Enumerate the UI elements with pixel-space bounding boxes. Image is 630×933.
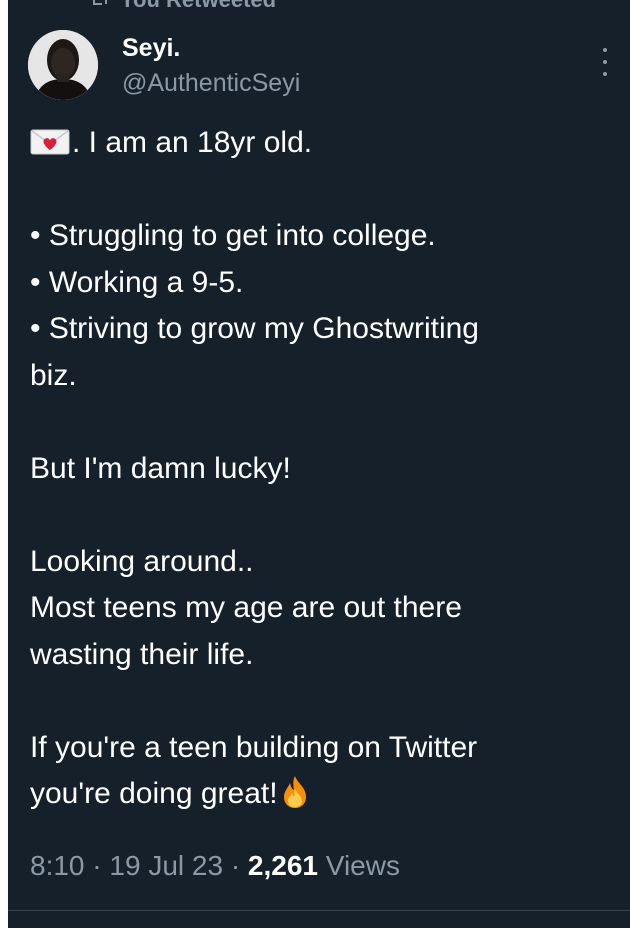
- tweet-line-11: you're doing great!: [30, 771, 615, 818]
- tweet-line-5: biz.: [30, 358, 77, 392]
- tweet-line-1: . I am an 18yr old.: [30, 120, 615, 167]
- tweet-line-7: Looking around..: [30, 544, 254, 578]
- tweet-line-8: Most teens my age are out there: [30, 591, 462, 624]
- tweet-card[interactable]: You Retweeted Seyi. @AuthenticSeyi . I a…: [8, 0, 630, 928]
- tweet-line-6: But I'm damn lucky!: [30, 451, 291, 485]
- meta-separator: ·: [92, 850, 102, 881]
- tweet-line-11-text: you're doing great!: [30, 777, 278, 810]
- more-options-icon[interactable]: [602, 48, 608, 76]
- tweet-time[interactable]: 8:10: [30, 850, 85, 881]
- views-label: Views: [325, 850, 400, 881]
- tweet-line-4: • Striving to grow my Ghostwriting: [30, 312, 479, 345]
- retweet-icon: [90, 0, 110, 10]
- fire-icon: [282, 775, 308, 809]
- tweet-line-9: wasting their life.: [30, 637, 254, 671]
- tweet-line-10: If you're a teen building on Twitter: [30, 730, 478, 764]
- meta-separator: ·: [230, 850, 241, 881]
- avatar[interactable]: [28, 30, 98, 100]
- love-letter-icon: [30, 124, 70, 155]
- tweet-line-3: • Working a 9-5.: [30, 265, 244, 299]
- retweet-indicator: You Retweeted: [90, 0, 276, 14]
- tweet-date[interactable]: 19 Jul 23: [109, 850, 223, 881]
- retweet-label: You Retweeted: [120, 0, 276, 13]
- divider: [8, 910, 630, 911]
- tweet-line-2: • Struggling to get into college.: [30, 219, 436, 252]
- author-handle[interactable]: @AuthenticSeyi: [122, 68, 300, 98]
- tweet-text: . I am an 18yr old. • Struggling to get …: [30, 120, 615, 818]
- tweet-meta: 8:10 · 19 Jul 23 · 2,261 Views: [30, 848, 400, 884]
- views-count[interactable]: 2,261: [248, 850, 318, 881]
- author-name[interactable]: Seyi.: [122, 34, 180, 62]
- tweet-line-1-text: . I am an 18yr old.: [72, 126, 313, 159]
